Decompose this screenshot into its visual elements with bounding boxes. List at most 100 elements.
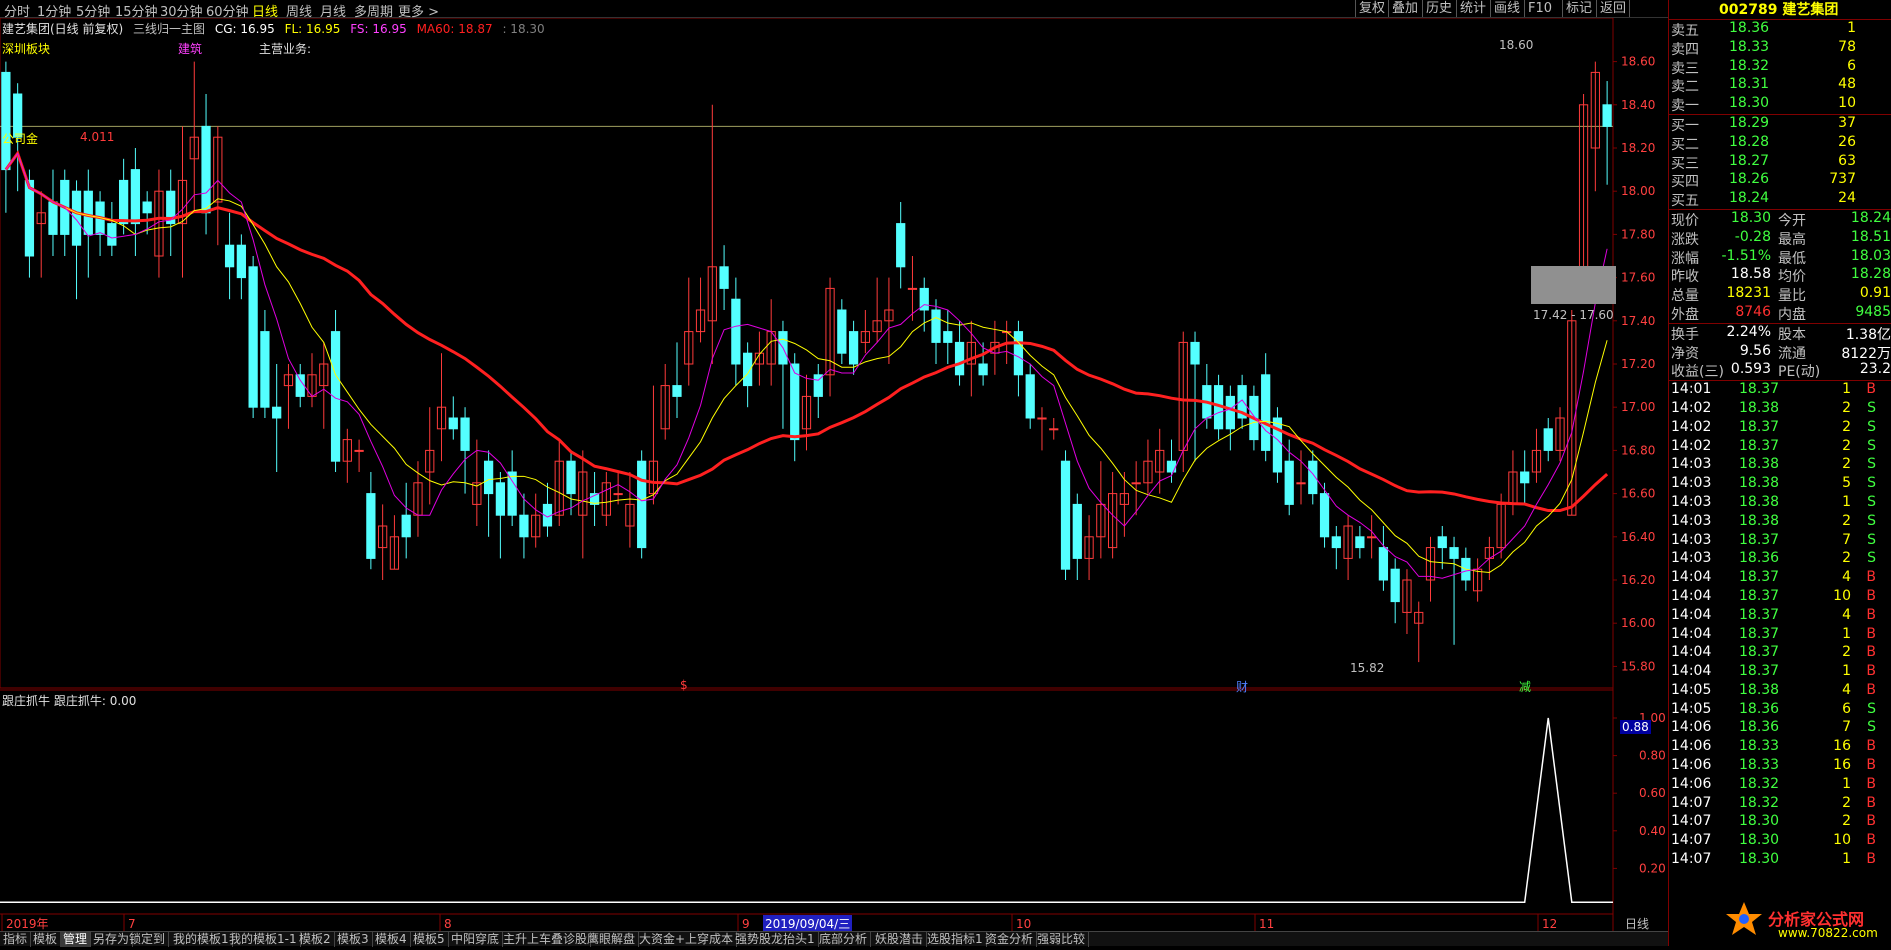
mark-button[interactable]: 标记 xyxy=(1562,0,1595,17)
bottom-tab-19[interactable]: 资金分析 xyxy=(982,932,1038,947)
ask-label: 卖五 xyxy=(1671,23,1699,39)
fuquan-button[interactable]: 复权 xyxy=(1355,0,1388,17)
tick-volume: 7 xyxy=(1842,531,1851,548)
tick-direction: S xyxy=(1867,550,1876,567)
bottom-tab-1[interactable]: 模板 xyxy=(30,932,62,947)
bid-row: 买五 18.24 24 xyxy=(1669,190,1891,209)
y-tick-label: 18.20 xyxy=(1621,141,1655,155)
tick-time: 14:06 xyxy=(1671,738,1712,755)
candle-body xyxy=(1543,428,1553,451)
tick-row: 14:03 18.38 1 S xyxy=(1669,494,1891,513)
bottom-tab-9[interactable]: 模板4 xyxy=(372,932,411,947)
tick-direction: S xyxy=(1867,418,1876,435)
event-finance-icon[interactable]: 财 xyxy=(1236,678,1248,695)
tick-row: 14:02 18.37 2 S xyxy=(1669,438,1891,457)
sub-y-tick-label: 0.80 xyxy=(1639,749,1666,763)
tick-time: 14:07 xyxy=(1671,813,1712,830)
tick-direction: B xyxy=(1866,569,1876,586)
stats-button[interactable]: 统计 xyxy=(1456,0,1489,17)
tick-price: 18.30 xyxy=(1739,832,1780,849)
bid-price: 18.27 xyxy=(1729,152,1770,169)
bottom-tab-13[interactable]: 鹰眼解盘 xyxy=(584,932,640,947)
tick-volume: 16 xyxy=(1833,757,1851,774)
low-price-label: 15.82 xyxy=(1350,661,1385,675)
tick-time: 14:04 xyxy=(1671,587,1712,604)
history-button[interactable]: 历史 xyxy=(1422,0,1455,17)
bottom-tab-14[interactable]: 大资金+上穿成本 xyxy=(636,932,738,947)
candle-body xyxy=(1,71,11,171)
bottom-tab-18[interactable]: 选股指标1 xyxy=(924,932,987,947)
tick-row: 14:05 18.38 4 B xyxy=(1669,682,1891,701)
bottom-tab-8[interactable]: 模板3 xyxy=(334,932,373,947)
bid-price: 18.28 xyxy=(1729,133,1770,150)
tick-price: 18.36 xyxy=(1739,700,1780,717)
tick-price: 18.38 xyxy=(1739,399,1780,416)
concept-label[interactable]: 建筑 xyxy=(178,40,202,57)
period-toolbar: 分时 1分钟 5分钟 15分钟 30分钟 60分钟 日线 周线 月线 多周期 更… xyxy=(0,0,1891,20)
tick-direction: B xyxy=(1866,663,1876,680)
bottom-tab-2[interactable]: 管理 xyxy=(60,932,92,947)
event-reduce-icon[interactable]: 减 xyxy=(1519,678,1531,695)
bottom-tab-7[interactable]: 模板2 xyxy=(296,932,335,947)
kline-svg[interactable]: 18.60 18.40 18.20 18.00 17.80 17.60 17.40 17.20… xyxy=(0,18,1668,931)
bottom-tab-5[interactable]: 我的模板1 xyxy=(170,932,233,947)
bid-row: 买四 18.26 737 xyxy=(1669,171,1891,190)
stock-title: 建艺集团(日线 前复权) xyxy=(2,22,124,36)
bottom-tab-15[interactable]: 强势股龙抬头1 xyxy=(732,932,819,947)
candle-body xyxy=(495,482,506,516)
y-tick-label: 18.00 xyxy=(1621,184,1655,198)
stock-code: 002789 xyxy=(1719,2,1778,18)
bottom-tab-17[interactable]: 妖股潜击 xyxy=(872,932,928,947)
bottom-tab-10[interactable]: 模板5 xyxy=(410,932,449,947)
candle-body xyxy=(107,223,117,246)
bottom-tab-16[interactable]: 底部分析 xyxy=(816,932,872,947)
tick-time: 14:03 xyxy=(1671,531,1712,548)
fund-row: 净资 9.56 流通 8122万 xyxy=(1669,343,1891,362)
kline-chart-area[interactable]: 18.60 18.40 18.20 18.00 17.80 17.60 17.40 17.20… xyxy=(0,18,1668,932)
tick-list[interactable]: 14:01 18.37 1 B 14:02 18.38 2 S 14:02 18.37 2 S 14:0… xyxy=(1669,380,1891,870)
sub-indicator-title[interactable]: 跟庄抓牛 跟庄抓牛: 0.00 xyxy=(2,692,136,709)
bottom-tab-11[interactable]: 中阳穿底 xyxy=(448,932,504,947)
tick-time: 14:04 xyxy=(1671,644,1712,661)
fund-value: 8122万 xyxy=(1841,345,1891,362)
bottom-tab-0[interactable]: 指标 xyxy=(0,932,32,947)
tick-row: 14:06 18.33 16 B xyxy=(1669,738,1891,757)
tick-row: 14:02 18.38 2 S xyxy=(1669,400,1891,419)
candle-body xyxy=(719,266,729,289)
back-button[interactable]: 返回 xyxy=(1596,0,1631,17)
draw-line-button[interactable]: 画线 xyxy=(1490,0,1523,17)
bottom-tab-6[interactable]: 我的模板1-1 xyxy=(226,932,301,947)
main-chart-info: 建艺集团(日线 前复权) 三线归一主图 CG: 16.95 FL: 16.95 … xyxy=(2,20,551,37)
stat-label: 昨收 xyxy=(1671,269,1699,286)
tick-row: 14:06 18.32 1 B xyxy=(1669,776,1891,795)
candle-body xyxy=(672,385,682,397)
bottom-tab-20[interactable]: 强弱比较 xyxy=(1034,932,1090,947)
candle-body xyxy=(48,201,58,235)
quote-stats: 现价 18.30 今开 18.24 涨跌 -0.28 最高 18.51 涨幅 -1.51% 最低 18… xyxy=(1669,208,1891,323)
bottom-tab-12[interactable]: 主升上车叠诊股 xyxy=(500,932,592,947)
quote-panel: 002789 建艺集团 卖五 18.36 1 卖四 18.33 78 卖三 18.32 6 卖二 1… xyxy=(1668,0,1891,946)
fund-label: PE(动) xyxy=(1778,364,1821,381)
candle-body xyxy=(483,460,494,495)
stat-row: 外盘 8746 内盘 9485 xyxy=(1669,304,1891,323)
f10-button[interactable]: F10 xyxy=(1524,0,1555,17)
fund-value: 2.24% xyxy=(1726,323,1771,340)
fund-label: 净资 xyxy=(1671,345,1699,362)
fund-value: 1.38亿 xyxy=(1845,326,1891,343)
tick-time: 14:04 xyxy=(1671,569,1712,586)
tick-time: 14:06 xyxy=(1671,757,1712,774)
candle-body xyxy=(1520,471,1530,484)
fund-row: 收益(三) 0.593 PE(动) 23.2 xyxy=(1669,361,1891,380)
bottom-tab-4[interactable]: 锁定到 xyxy=(126,932,170,947)
overlay-button[interactable]: 叠加 xyxy=(1388,0,1421,17)
board-label[interactable]: 深圳板块 xyxy=(2,40,50,57)
ask-volume: 6 xyxy=(1847,57,1856,74)
y-tick-label: 18.60 xyxy=(1621,55,1655,69)
event-dollar-icon[interactable]: $ xyxy=(680,678,688,692)
tick-direction: S xyxy=(1867,399,1876,416)
stat-label: 涨跌 xyxy=(1671,231,1699,248)
tick-volume: 6 xyxy=(1842,700,1851,717)
stat-label: 外盘 xyxy=(1671,306,1699,323)
tick-volume: 2 xyxy=(1842,550,1851,567)
indicator-name[interactable]: 三线归一主图 xyxy=(133,22,205,36)
